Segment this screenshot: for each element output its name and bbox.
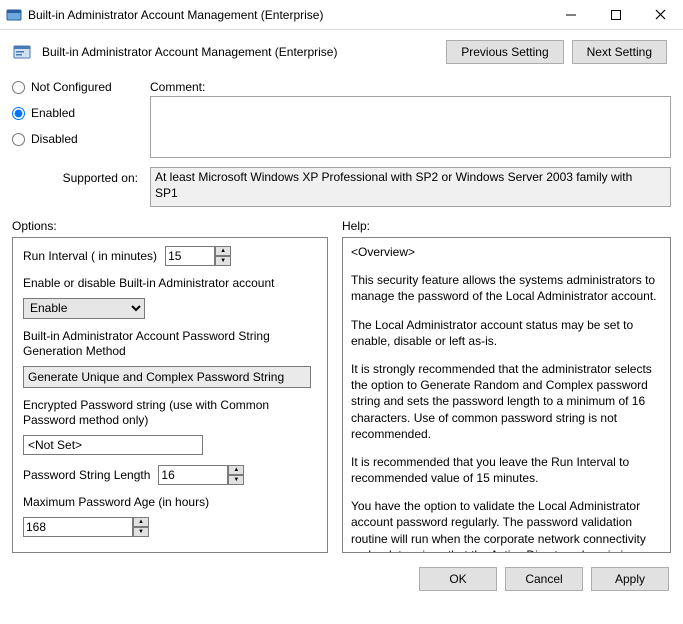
title-bar: Built-in Administrator Account Managemen… bbox=[0, 0, 683, 30]
comment-label: Comment: bbox=[150, 76, 671, 94]
encrypted-password-input[interactable] bbox=[23, 435, 203, 455]
radio-enabled-label: Enabled bbox=[31, 106, 75, 120]
help-text: The Local Administrator account status m… bbox=[351, 317, 662, 349]
supported-on-box: At least Microsoft Windows XP Profession… bbox=[150, 167, 671, 207]
page-title: Built-in Administrator Account Managemen… bbox=[42, 45, 436, 59]
radio-disabled-input[interactable] bbox=[12, 133, 25, 146]
radio-enabled-input[interactable] bbox=[12, 107, 25, 120]
previous-setting-button[interactable]: Previous Setting bbox=[446, 40, 563, 64]
options-panel: Run Interval ( in minutes) ▲ ▼ Enable or… bbox=[12, 237, 328, 553]
help-text: This security feature allows the systems… bbox=[351, 272, 662, 304]
help-text: <Overview> bbox=[351, 244, 662, 260]
help-text: It is strongly recommended that the admi… bbox=[351, 361, 662, 442]
spinner-down-icon[interactable]: ▼ bbox=[215, 256, 231, 266]
password-length-label: Password String Length bbox=[23, 468, 150, 482]
radio-not-configured[interactable]: Not Configured bbox=[12, 80, 136, 94]
footer: OK Cancel Apply bbox=[0, 557, 683, 601]
spinner-down-icon[interactable]: ▼ bbox=[133, 527, 149, 537]
close-button[interactable] bbox=[638, 0, 683, 29]
max-password-age-input[interactable] bbox=[23, 517, 133, 537]
comment-textarea[interactable] bbox=[150, 96, 671, 158]
run-interval-input[interactable] bbox=[165, 246, 215, 266]
run-interval-label: Run Interval ( in minutes) bbox=[23, 249, 157, 263]
header: Built-in Administrator Account Managemen… bbox=[0, 30, 683, 70]
apply-button[interactable]: Apply bbox=[591, 567, 669, 591]
spinner-up-icon[interactable]: ▲ bbox=[228, 465, 244, 475]
spinner-up-icon[interactable]: ▲ bbox=[215, 246, 231, 256]
help-text: You have the option to validate the Loca… bbox=[351, 498, 662, 553]
max-password-age-label: Maximum Password Age (in hours) bbox=[23, 495, 317, 511]
state-radios: Not Configured Enabled Disabled bbox=[12, 76, 136, 161]
options-label: Options: bbox=[12, 219, 328, 233]
app-icon bbox=[6, 7, 22, 23]
window-controls bbox=[548, 0, 683, 29]
radio-disabled[interactable]: Disabled bbox=[12, 132, 136, 146]
supported-on-label: Supported on: bbox=[12, 167, 142, 207]
gen-method-label: Built-in Administrator Account Password … bbox=[23, 329, 317, 360]
spinner-down-icon[interactable]: ▼ bbox=[228, 475, 244, 485]
help-panel: <Overview> This security feature allows … bbox=[342, 237, 671, 553]
help-text: It is recommended that you leave the Run… bbox=[351, 454, 662, 486]
minimize-button[interactable] bbox=[548, 0, 593, 29]
radio-disabled-label: Disabled bbox=[31, 132, 78, 146]
radio-not-configured-label: Not Configured bbox=[31, 80, 112, 94]
supported-on-text: At least Microsoft Windows XP Profession… bbox=[155, 170, 632, 200]
gen-method-value[interactable]: Generate Unique and Complex Password Str… bbox=[23, 366, 311, 388]
next-setting-button[interactable]: Next Setting bbox=[572, 40, 667, 64]
policy-icon bbox=[12, 42, 32, 62]
enable-disable-label: Enable or disable Built-in Administrator… bbox=[23, 276, 317, 292]
enable-disable-select[interactable]: Enable bbox=[23, 298, 145, 319]
spinner-up-icon[interactable]: ▲ bbox=[133, 517, 149, 527]
password-length-input[interactable] bbox=[158, 465, 228, 485]
radio-not-configured-input[interactable] bbox=[12, 81, 25, 94]
radio-enabled[interactable]: Enabled bbox=[12, 106, 136, 120]
maximize-button[interactable] bbox=[593, 0, 638, 29]
window-title: Built-in Administrator Account Managemen… bbox=[28, 8, 548, 22]
ok-button[interactable]: OK bbox=[419, 567, 497, 591]
help-label: Help: bbox=[342, 219, 671, 233]
encrypted-password-label: Encrypted Password string (use with Comm… bbox=[23, 398, 317, 429]
cancel-button[interactable]: Cancel bbox=[505, 567, 583, 591]
